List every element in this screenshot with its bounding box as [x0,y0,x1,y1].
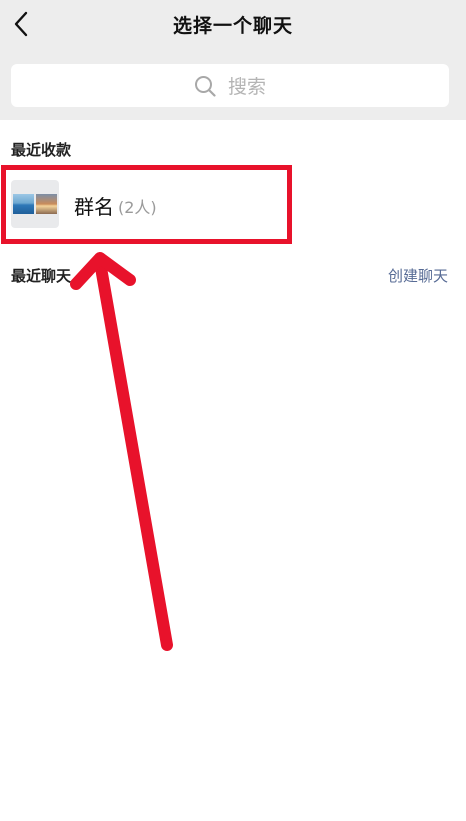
search-input[interactable]: 搜索 [11,64,449,107]
search-icon [194,75,216,97]
search-placeholder: 搜索 [227,76,266,98]
recent-chats-heading: 最近聊天 [11,267,72,285]
create-chat-link[interactable]: 创建聊天 [388,265,448,286]
recent-payments-heading: 最近收款 [11,141,72,159]
page-title: 选择一个聊天 [172,15,293,37]
navigation-bar: 选择一个聊天 [0,0,466,50]
highlight-box [1,165,292,244]
annotation-arrow-icon [70,252,173,651]
search-area: 搜索 [0,50,466,120]
